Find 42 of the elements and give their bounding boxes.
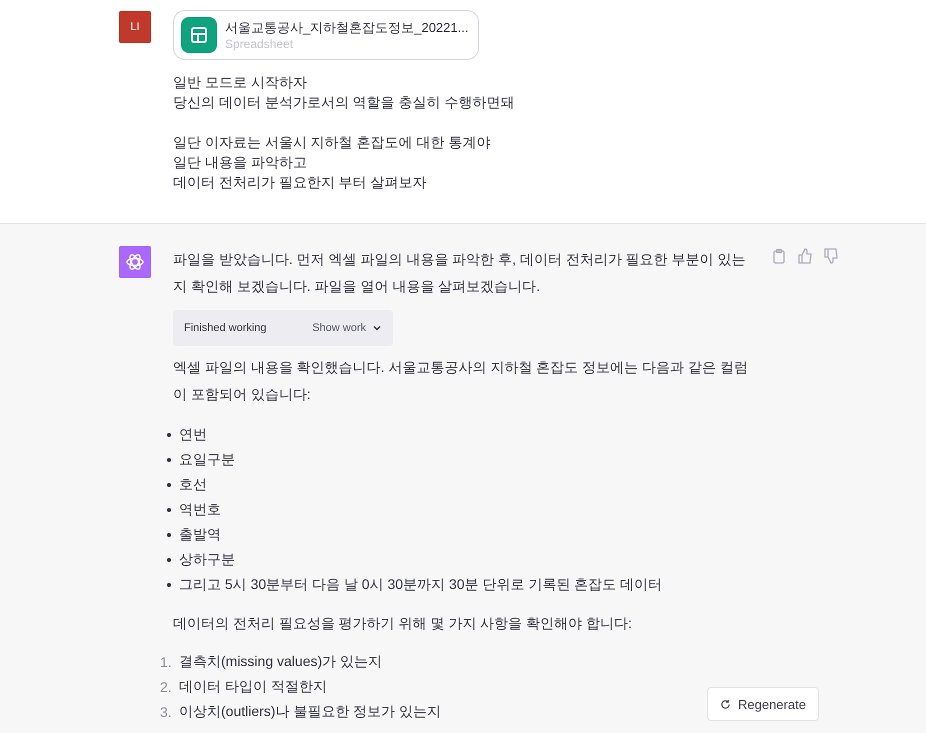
bullet-icon bbox=[167, 532, 171, 536]
bullet-icon bbox=[167, 508, 171, 512]
file-name: 서울교통공사_지하철혼잡도정보_20221... bbox=[225, 19, 468, 37]
copy-icon[interactable] bbox=[771, 248, 787, 264]
message-line: 당신의 데이터 분석가로서의 역할을 충실히 수행하면돼 bbox=[173, 93, 514, 112]
message-line: 일단 이자료는 서울시 지하철 혼잡도에 대한 통계야 bbox=[173, 133, 492, 152]
message-line: 일단 내용을 파악하고 bbox=[173, 153, 308, 172]
list-number: 1. bbox=[160, 654, 172, 670]
bullet-icon bbox=[167, 458, 171, 462]
user-avatar: LI bbox=[119, 11, 151, 43]
thumbs-up-icon[interactable] bbox=[797, 248, 813, 264]
bullet-icon bbox=[167, 432, 171, 436]
list-item: 상하구분 bbox=[179, 550, 235, 568]
spreadsheet-icon bbox=[181, 17, 217, 53]
list-item: 연번 bbox=[179, 426, 207, 444]
assistant-paragraph: 파일을 받았습니다. 먼저 엑셀 파일의 내용을 파악한 후, 데이터 전처리가 필요한 부분이 있는지 확인해 보겠습니다. 파일을 열어 내용을 살펴보겠습니다. bbox=[173, 250, 746, 296]
list-item: 역번호 bbox=[179, 500, 221, 518]
file-attachment[interactable]: 서울교통공사_지하철혼잡도정보_20221... Spreadsheet bbox=[173, 10, 480, 60]
assistant-paragraph: 엑셀 파일의 내용을 확인했습니다. 서울교통공사의 지하철 혼잡도 정보에는 다음과 같은 컬럼이 포함되어 있습니다: bbox=[173, 358, 749, 404]
list-item: 요일구분 bbox=[179, 450, 235, 468]
list-number: 2. bbox=[160, 678, 172, 694]
thumbs-down-icon[interactable] bbox=[823, 248, 839, 264]
message-line: 데이터 전처리가 필요한지 부터 살펴보자 bbox=[173, 173, 428, 192]
refresh-icon bbox=[720, 698, 731, 710]
bullet-icon bbox=[167, 482, 171, 486]
list-item: 데이터 타입이 적절한지 bbox=[179, 678, 327, 696]
regenerate-button[interactable]: Regenerate bbox=[707, 687, 819, 721]
assistant-paragraph: 데이터의 전처리 필요성을 평가하기 위해 몇 가지 사항을 확인해야 합니다: bbox=[173, 614, 633, 633]
file-type: Spreadsheet bbox=[225, 37, 294, 51]
list-item: 이상치(outliers)나 불필요한 정보가 있는지 bbox=[179, 702, 442, 720]
list-number: 3. bbox=[160, 704, 172, 720]
list-item: 결측치(missing values)가 있는지 bbox=[179, 652, 382, 670]
list-item: 호선 bbox=[179, 476, 207, 494]
message-line: 일반 모드로 시작하자 bbox=[173, 73, 308, 92]
list-item: 출발역 bbox=[179, 526, 221, 544]
chevron-icon bbox=[372, 323, 382, 333]
work-status: Finished working bbox=[184, 322, 268, 334]
show-work-button[interactable]: Show work bbox=[312, 322, 382, 334]
bullet-icon bbox=[167, 582, 171, 586]
list-item: 그리고 5시 30분부터 다음 날 0시 30분까지 30분 단위로 기록된 혼잡도 데이터 bbox=[179, 576, 662, 594]
assistant-avatar-icon bbox=[119, 246, 151, 278]
bullet-icon bbox=[167, 558, 171, 562]
